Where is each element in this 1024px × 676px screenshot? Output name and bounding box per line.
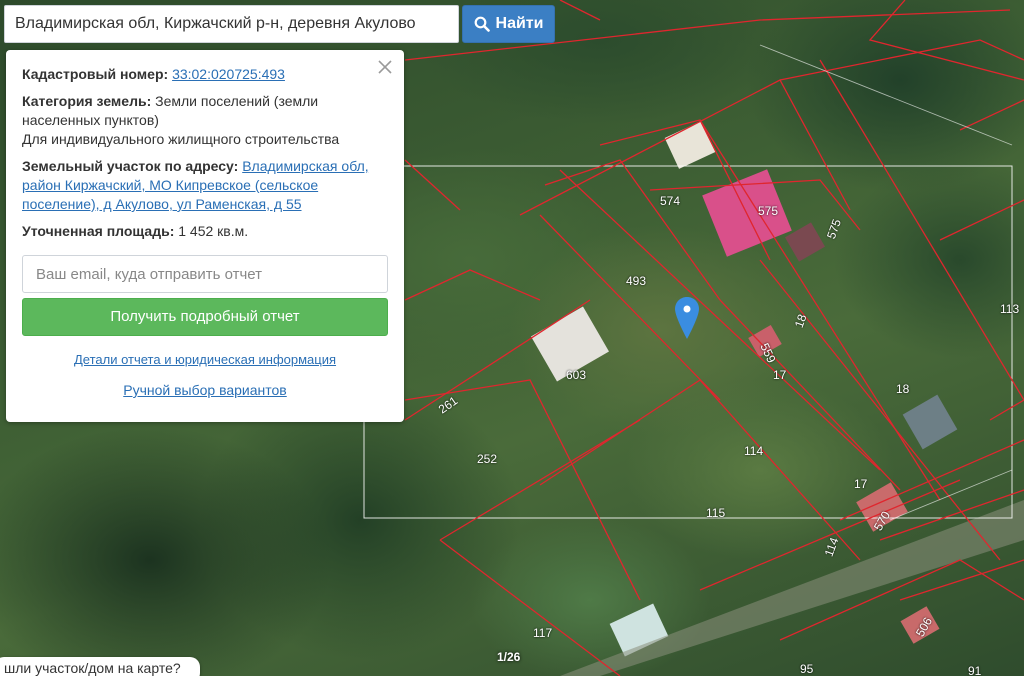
area-row: Уточненная площадь: 1 452 кв.м. [22,222,388,241]
address-row: Земельный участок по адресу: Владимирска… [22,157,388,214]
address-label: Земельный участок по адресу: [22,158,239,174]
parcel-number: 575 [758,204,779,218]
parcel-number: 17 [773,368,787,382]
cadastral-row: Кадастровый номер: 33:02:020725:493 [22,65,388,84]
parcel-number: 117 [533,626,553,640]
parcel-number: 17 [854,477,868,491]
search-icon [474,16,490,32]
search-button[interactable]: Найти [462,5,555,43]
map-pin-icon[interactable] [675,297,699,339]
search-input[interactable] [4,5,459,43]
page-counter: 1/26 [497,650,521,664]
area-label: Уточненная площадь: [22,223,175,239]
parcel-number: 252 [477,452,498,466]
parcel-number: 91 [968,664,982,676]
help-tooltip[interactable]: шли участок/дом на карте? [0,657,200,676]
parcel-number: 113 [1000,302,1020,316]
manual-selection-link[interactable]: Ручной выбор вариантов [22,381,388,400]
report-details-link[interactable]: Детали отчета и юридическая информация [22,350,388,369]
parcel-number: 18 [896,382,910,396]
search-button-label: Найти [495,15,544,32]
get-report-button[interactable]: Получить подробный отчет [22,298,388,336]
parcel-number: 603 [566,368,587,382]
category-label: Категория земель: [22,93,152,109]
parcel-number: 114 [744,444,764,458]
parcel-info-panel: Кадастровый номер: 33:02:020725:493 Кате… [6,50,404,422]
cadastral-number-link[interactable]: 33:02:020725:493 [172,66,285,82]
permitted-use: Для индивидуального жилищного строительс… [22,131,340,147]
email-input[interactable] [22,255,388,293]
parcel-number: 115 [706,506,726,520]
parcel-number: 574 [660,194,681,208]
cadastral-label: Кадастровый номер: [22,66,169,82]
parcel-number: 493 [626,274,647,288]
area-value: 1 452 кв.м. [178,223,249,239]
parcel-number: 95 [800,662,814,676]
category-row: Категория земель: Земли поселений (земли… [22,92,388,130]
close-icon[interactable] [376,58,394,76]
